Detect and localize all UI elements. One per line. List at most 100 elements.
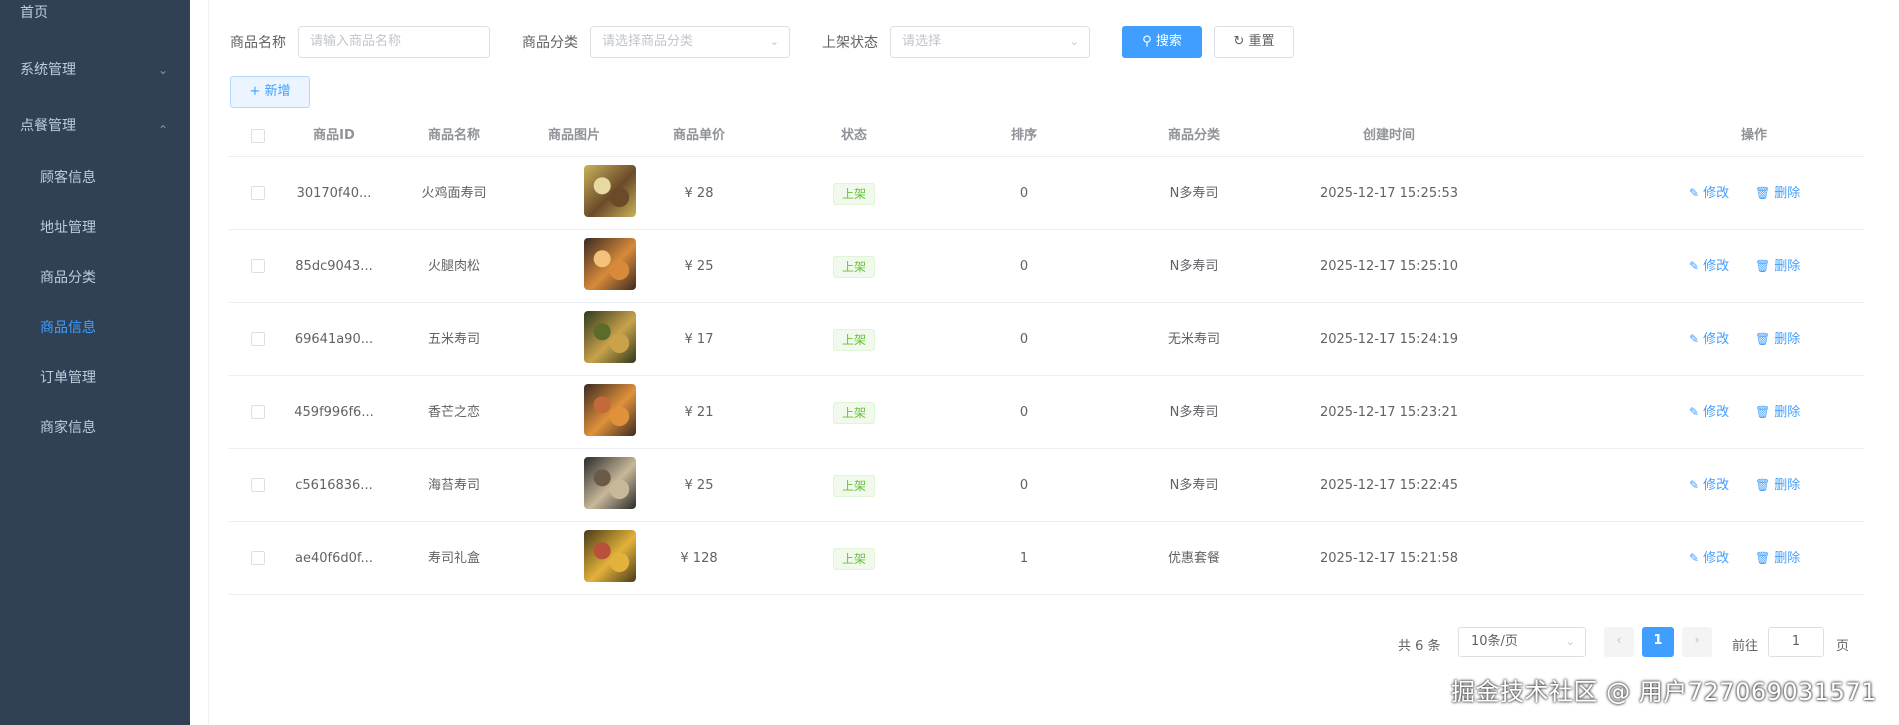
sidebar-item-home[interactable]: 首页: [0, 0, 190, 38]
add-button[interactable]: + 新增: [230, 76, 310, 108]
chevron-down-icon: ⌄: [1069, 35, 1079, 48]
cell-category: N多寿司: [1169, 405, 1219, 420]
plus-icon: +: [249, 84, 261, 99]
edit-icon: ✎: [1689, 186, 1700, 200]
edit-icon: ✎: [1689, 551, 1700, 565]
row-checkbox[interactable]: [251, 405, 265, 419]
name-placeholder: 请输入商品名称: [310, 34, 402, 49]
page-size-select[interactable]: 10条/页 ⌄: [1458, 627, 1586, 657]
cell-name: 香芒之恋: [427, 405, 480, 420]
goto-page-input[interactable]: 1: [1768, 627, 1824, 657]
cell-category: N多寿司: [1169, 478, 1219, 493]
category-placeholder: 请选择商品分类: [602, 34, 694, 49]
page-suffix: 页: [1836, 639, 1850, 654]
cell-created: 2025-12-17 15:24:19: [1319, 332, 1459, 347]
table-row: c5616836... 海苔寿司 ¥ 25 上架 0 N多寿司 2025-12-…: [229, 449, 1864, 522]
delete-label: 删除: [1774, 551, 1801, 566]
cell-status: 上架: [769, 230, 939, 303]
cell-status: 上架: [769, 376, 939, 449]
edit-icon: ✎: [1689, 405, 1700, 419]
edit-link[interactable]: ✎ 修改: [1689, 449, 1729, 522]
status-badge: 上架: [832, 182, 875, 205]
cell-price: ¥ 28: [684, 186, 714, 201]
delete-link[interactable]: 🗑 删除: [1755, 522, 1800, 595]
sidebar-item-orders[interactable]: 订单管理: [0, 353, 190, 403]
row-checkbox[interactable]: [251, 551, 265, 565]
sidebar-item-label: 商品信息: [40, 320, 96, 336]
watermark: 掘金技术社区 @ 用户727069031571: [1451, 678, 1877, 706]
sidebar-item-label: 商家信息: [40, 420, 96, 436]
sidebar-item-label: 系统管理: [20, 62, 76, 78]
cell-id: 85dc9043...: [295, 259, 373, 274]
table-row: 30170f40... 火鸡面寿司 ¥ 28 上架 0 N多寿司 2025-12…: [229, 157, 1864, 230]
cell-id: ae40f6d0f...: [295, 551, 373, 566]
edit-link[interactable]: ✎ 修改: [1689, 230, 1729, 303]
cell-category: N多寿司: [1169, 259, 1219, 274]
reset-button[interactable]: ↻ 重置: [1214, 26, 1294, 58]
header-image: 商品图片: [547, 128, 600, 143]
cell-created: 2025-12-17 15:22:45: [1319, 478, 1459, 493]
table-header: 商品ID 商品名称 商品图片 商品单价 状态 排序 商品分类 创建时间 操作: [229, 115, 1864, 157]
sidebar-item-label: 点餐管理: [20, 118, 76, 134]
sidebar-item-label: 首页: [20, 5, 48, 21]
delete-link[interactable]: 🗑 删除: [1755, 303, 1800, 376]
next-page-button[interactable]: ›: [1682, 627, 1712, 657]
sidebar-item-label: 顾客信息: [40, 170, 96, 186]
chevron-left-icon: ‹: [1616, 633, 1622, 648]
edit-link[interactable]: ✎ 修改: [1689, 303, 1729, 376]
cell-category: N多寿司: [1169, 186, 1219, 201]
sidebar-item-merchant[interactable]: 商家信息: [0, 403, 190, 453]
delete-link[interactable]: 🗑 删除: [1755, 376, 1800, 449]
edit-link[interactable]: ✎ 修改: [1689, 522, 1729, 595]
cell-created: 2025-12-17 15:25:53: [1319, 186, 1459, 201]
edit-link[interactable]: ✎ 修改: [1689, 157, 1729, 230]
edit-label: 修改: [1703, 478, 1730, 493]
goto-label: 前往: [1732, 639, 1759, 654]
sidebar-item-addresses[interactable]: 地址管理: [0, 203, 190, 253]
edit-icon: ✎: [1689, 478, 1700, 492]
delete-label: 删除: [1774, 332, 1801, 347]
cell-name: 海苔寿司: [427, 478, 480, 493]
edit-label: 修改: [1703, 186, 1730, 201]
cell-price: ¥ 25: [684, 259, 714, 274]
search-button-label: 搜索: [1155, 34, 1182, 49]
page-number-1[interactable]: 1: [1642, 627, 1674, 657]
row-checkbox[interactable]: [251, 332, 265, 346]
cell-name: 寿司礼盒: [427, 551, 480, 566]
header-status: 状态: [840, 128, 867, 143]
cell-price: ¥ 128: [680, 551, 718, 566]
cell-name: 火鸡面寿司: [421, 186, 487, 201]
category-select[interactable]: 请选择商品分类 ⌄: [590, 26, 790, 58]
status-label: 上架状态: [822, 35, 878, 51]
edit-link[interactable]: ✎ 修改: [1689, 376, 1729, 449]
status-select[interactable]: 请选择 ⌄: [890, 26, 1090, 58]
edit-icon: ✎: [1689, 259, 1700, 273]
sidebar-item-system[interactable]: 系统管理 ⌄: [0, 45, 190, 95]
cell-sort: 0: [1019, 259, 1029, 274]
select-all-checkbox[interactable]: [251, 129, 265, 143]
trash-icon: 🗑: [1755, 405, 1771, 419]
row-checkbox[interactable]: [251, 478, 265, 492]
row-checkbox[interactable]: [251, 259, 265, 273]
prev-page-button[interactable]: ‹: [1604, 627, 1634, 657]
edit-label: 修改: [1703, 405, 1730, 420]
row-checkbox[interactable]: [251, 186, 265, 200]
sidebar-item-ordering[interactable]: 点餐管理 ⌃: [0, 101, 190, 151]
delete-link[interactable]: 🗑 删除: [1755, 157, 1800, 230]
cell-id: 30170f40...: [296, 186, 372, 201]
sidebar-item-categories[interactable]: 商品分类: [0, 253, 190, 303]
header-category: 商品分类: [1167, 128, 1220, 143]
page-size-value: 10条/页: [1471, 634, 1518, 649]
sidebar-item-products[interactable]: 商品信息: [0, 303, 190, 353]
sidebar-item-customers[interactable]: 顾客信息: [0, 153, 190, 203]
cell-sort: 0: [1019, 478, 1029, 493]
cell-created: 2025-12-17 15:21:58: [1319, 551, 1459, 566]
trash-icon: 🗑: [1755, 478, 1771, 492]
cell-name: 火腿肉松: [427, 259, 480, 274]
header-id: 商品ID: [313, 128, 355, 143]
main-divider: [208, 0, 209, 725]
search-button[interactable]: ⚲ 搜索: [1122, 26, 1202, 58]
delete-link[interactable]: 🗑 删除: [1755, 449, 1800, 522]
delete-link[interactable]: 🗑 删除: [1755, 230, 1800, 303]
name-search-input[interactable]: 请输入商品名称: [298, 26, 490, 58]
